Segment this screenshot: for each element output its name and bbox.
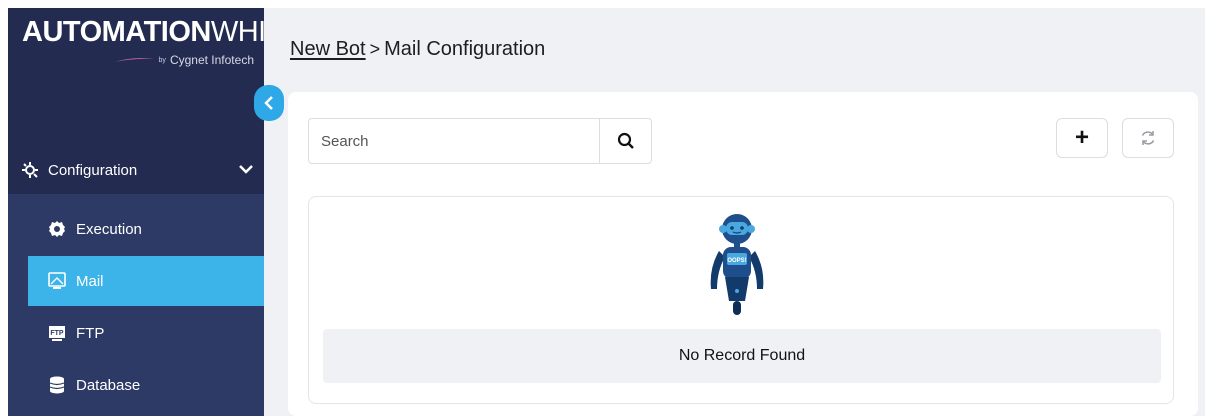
sidebar-item-label: FTP bbox=[76, 324, 105, 342]
main-content: New Bot > Mail Configuration + bbox=[264, 8, 1205, 416]
breadcrumb-separator: > bbox=[369, 39, 381, 59]
sidebar-subnav: Execution Mail FTP FTP Database bbox=[8, 194, 264, 416]
sidebar: AUTOMATIONWHIZ by Cygnet Infotech Config… bbox=[8, 8, 283, 416]
page-title: Mail Configuration bbox=[384, 38, 546, 60]
sidebar-section-configuration[interactable]: Configuration bbox=[8, 146, 264, 194]
brand-title: AUTOMATIONWHIZ bbox=[22, 16, 283, 48]
brand-logo: AUTOMATIONWHIZ by Cygnet Infotech bbox=[8, 8, 283, 84]
sidebar-item-execution[interactable]: Execution bbox=[28, 204, 264, 254]
breadcrumb: New Bot > Mail Configuration bbox=[290, 38, 545, 61]
breadcrumb-link-new-bot[interactable]: New Bot bbox=[290, 38, 366, 61]
refresh-button[interactable] bbox=[1122, 118, 1174, 158]
no-record-message: No Record Found bbox=[323, 329, 1161, 383]
brand-subtitle: by Cygnet Infotech bbox=[114, 53, 254, 67]
swoosh-icon bbox=[114, 58, 155, 62]
sidebar-item-mail[interactable]: Mail bbox=[28, 256, 264, 306]
search-icon bbox=[617, 132, 634, 149]
mail-icon bbox=[48, 272, 66, 290]
chevron-left-icon bbox=[264, 96, 273, 110]
sidebar-item-ftp[interactable]: FTP FTP bbox=[28, 308, 264, 358]
robot-badge-text: OOPS! bbox=[727, 258, 746, 264]
search-button[interactable] bbox=[599, 119, 651, 163]
sidebar-section-label: Configuration bbox=[48, 161, 138, 179]
sidebar-item-label: Database bbox=[76, 376, 141, 394]
chevron-down-icon bbox=[239, 165, 253, 174]
sidebar-collapse-button[interactable] bbox=[254, 85, 284, 121]
app-window: AUTOMATIONWHIZ by Cygnet Infotech Config… bbox=[8, 8, 1205, 416]
gear-icon bbox=[48, 220, 66, 238]
refresh-icon bbox=[1141, 131, 1155, 145]
config-icon bbox=[20, 160, 40, 180]
sidebar-item-database[interactable]: Database bbox=[28, 360, 264, 410]
search-box bbox=[308, 118, 652, 164]
empty-state: OOPS! No Record Found bbox=[308, 196, 1174, 404]
sidebar-item-label: Mail bbox=[76, 272, 104, 290]
brand-by: by bbox=[158, 56, 166, 64]
search-input[interactable] bbox=[309, 119, 599, 163]
plus-icon: + bbox=[1074, 124, 1089, 151]
robot-illustration: OOPS! bbox=[710, 214, 764, 315]
sidebar-item-label: Execution bbox=[76, 220, 142, 238]
add-button[interactable]: + bbox=[1056, 118, 1108, 158]
ftp-icon: FTP bbox=[48, 324, 66, 342]
brand-company: Cygnet Infotech bbox=[169, 53, 254, 67]
svg-text:FTP: FTP bbox=[50, 330, 64, 337]
database-icon bbox=[48, 376, 66, 394]
content-card: + bbox=[288, 92, 1198, 416]
